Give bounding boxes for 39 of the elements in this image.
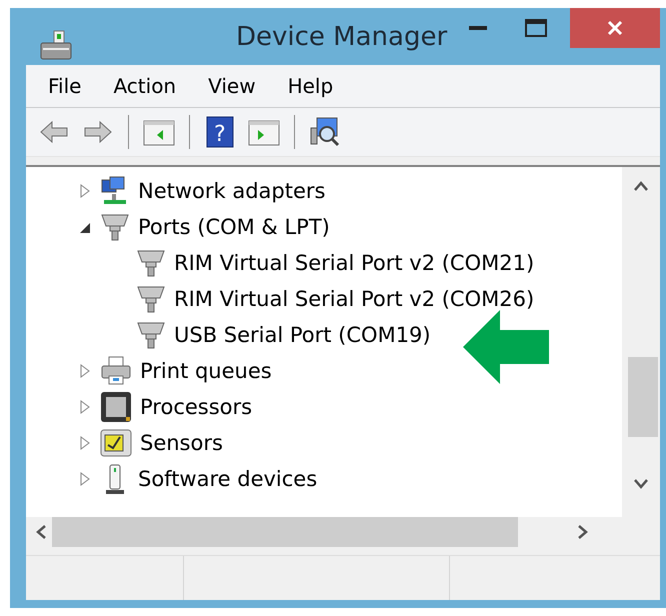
menu-item[interactable]: Action (103, 74, 186, 98)
menu-item[interactable]: View (198, 74, 266, 98)
app-icon (40, 30, 72, 60)
tree-item[interactable]: Processors (140, 395, 252, 419)
scrollbar-thumb[interactable] (52, 517, 518, 547)
close-icon (607, 20, 623, 36)
sensor-icon (100, 429, 132, 457)
maximize-icon (525, 19, 547, 37)
expand-icon[interactable] (79, 471, 91, 487)
horizontal-scrollbar[interactable] (26, 517, 660, 547)
tree-item[interactable]: Network adapters (138, 179, 326, 203)
scroll-left-icon[interactable] (36, 525, 46, 539)
serial-port-icon (136, 320, 166, 350)
tree-item[interactable]: Sensors (140, 431, 223, 455)
tree-item[interactable]: Ports (COM & LPT) (138, 215, 330, 239)
close-button[interactable] (570, 8, 660, 48)
tree-item[interactable]: RIM Virtual Serial Port v2 (COM26) (174, 287, 534, 311)
tree-item[interactable]: Software devices (138, 467, 318, 491)
serial-port-icon (100, 212, 130, 242)
menu-item[interactable]: Help (278, 74, 344, 98)
expand-icon[interactable] (79, 363, 91, 379)
serial-port-icon (136, 248, 166, 278)
scroll-down-icon[interactable] (634, 479, 648, 489)
expand-icon[interactable] (79, 399, 91, 415)
menu-item[interactable]: File (38, 74, 92, 98)
scrollbar-thumb[interactable] (628, 357, 658, 437)
printer-icon (100, 356, 132, 386)
expand-icon[interactable] (79, 435, 91, 451)
serial-port-icon (136, 284, 166, 314)
scroll-up-icon[interactable] (634, 181, 648, 191)
tree-item[interactable]: Print queues (140, 359, 272, 383)
processor-icon (100, 391, 132, 423)
window-title: Device Manager (236, 22, 448, 52)
vertical-scrollbar[interactable] (622, 167, 660, 517)
tree-item[interactable]: RIM Virtual Serial Port v2 (COM21) (174, 251, 534, 275)
scroll-right-icon[interactable] (578, 525, 588, 539)
minimize-icon (469, 26, 487, 30)
expand-icon[interactable] (79, 183, 91, 199)
tree-item[interactable]: USB Serial Port (COM19) (174, 323, 431, 347)
